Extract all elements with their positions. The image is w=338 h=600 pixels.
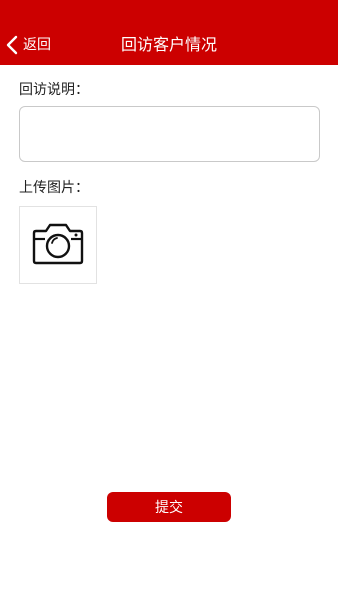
- nav-bar: 返回 回访客户情况: [0, 0, 338, 65]
- camera-icon: [32, 221, 84, 269]
- description-input[interactable]: [19, 106, 320, 162]
- back-label: 返回: [23, 37, 51, 53]
- back-button[interactable]: 返回: [5, 33, 51, 57]
- chevron-left-icon: [5, 35, 19, 55]
- upload-image-button[interactable]: [19, 206, 97, 284]
- submit-button[interactable]: 提交: [107, 492, 231, 522]
- description-label: 回访说明：: [19, 82, 89, 98]
- upload-label: 上传图片：: [19, 180, 89, 196]
